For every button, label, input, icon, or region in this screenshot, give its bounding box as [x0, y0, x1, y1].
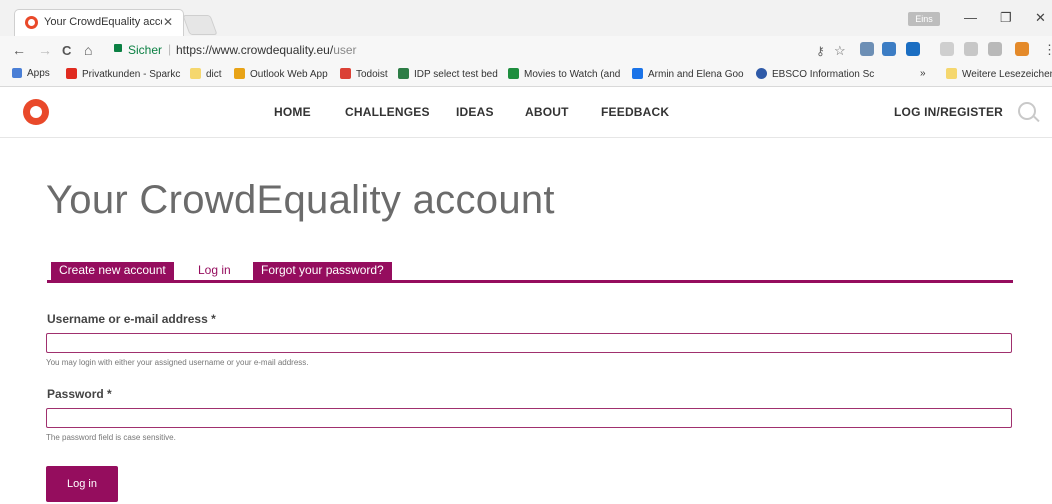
- folder-icon: [946, 68, 957, 79]
- crowdequality-logo[interactable]: [23, 99, 49, 125]
- bookmark-label: Movies to Watch (and: [524, 69, 621, 80]
- docs-icon: [632, 68, 643, 79]
- account-tabs: Create new account Log in Forgot your pa…: [47, 262, 1013, 283]
- browser-tab[interactable]: Your CrowdEquality acco ✕: [14, 9, 184, 36]
- profile-badge[interactable]: Eins: [908, 12, 940, 26]
- folder-icon: [190, 68, 201, 79]
- idp-icon: [398, 68, 409, 79]
- url-path: user: [333, 43, 357, 57]
- reload-icon[interactable]: C: [62, 43, 71, 58]
- extension-icon[interactable]: [988, 42, 1002, 56]
- minimize-icon[interactable]: —: [964, 10, 977, 25]
- tab-close-icon[interactable]: ✕: [163, 15, 173, 29]
- sheets-icon: [508, 68, 519, 79]
- password-field[interactable]: [46, 408, 1012, 428]
- extension-icon[interactable]: [906, 42, 920, 56]
- home-icon[interactable]: ⌂: [84, 42, 92, 58]
- ebsco-icon: [756, 68, 767, 79]
- login-register-link[interactable]: LOG IN/REGISTER: [894, 105, 1003, 119]
- bookmark-label: Outlook Web App: [250, 69, 328, 80]
- security-label: Sicher: [128, 43, 163, 57]
- bookmark-label: Privatkunden - Sparkc: [82, 69, 181, 80]
- site-header: HOME CHALLENGES IDEAS ABOUT FEEDBACK LOG…: [0, 87, 1052, 138]
- address-bar[interactable]: Sicher | https://www.crowdequality.eu/us…: [108, 40, 848, 60]
- extension-icon[interactable]: [882, 42, 896, 56]
- window-close-icon[interactable]: ✕: [1035, 10, 1046, 26]
- outlook-icon: [234, 68, 245, 79]
- bookmark-item[interactable]: Privatkunden - Sparkc: [66, 68, 180, 80]
- bookmark-item[interactable]: Outlook Web App: [234, 68, 328, 80]
- page-title: Your CrowdEquality account: [46, 178, 555, 222]
- browser-tab-strip: Your CrowdEquality acco ✕ Eins — ❐ ✕: [0, 0, 1052, 37]
- nav-challenges[interactable]: CHALLENGES: [345, 105, 430, 119]
- nav-about[interactable]: ABOUT: [525, 105, 569, 119]
- bookmark-label: Armin and Elena Goo: [648, 69, 744, 80]
- search-icon[interactable]: [1018, 102, 1036, 120]
- extension-icon[interactable]: [860, 42, 874, 56]
- bookmark-apps[interactable]: Apps: [12, 68, 50, 79]
- bookmark-label: EBSCO Information Sc: [772, 69, 875, 80]
- new-tab-button[interactable]: [182, 15, 218, 35]
- extension-icon[interactable]: [964, 42, 978, 56]
- bookmark-item[interactable]: dict: [190, 68, 222, 80]
- bookmark-item[interactable]: Movies to Watch (and: [508, 68, 620, 80]
- lock-icon: [114, 44, 122, 52]
- password-label: Password *: [47, 387, 112, 401]
- login-submit-button[interactable]: Log in: [46, 466, 118, 502]
- nav-ideas[interactable]: IDEAS: [456, 105, 494, 119]
- back-icon[interactable]: ←: [12, 42, 26, 58]
- bookmark-item[interactable]: EBSCO Information Sc: [756, 68, 874, 80]
- extension-icon[interactable]: [1015, 42, 1029, 56]
- bookmark-label: dict: [206, 69, 222, 80]
- key-icon[interactable]: ⚷: [816, 44, 825, 58]
- address-separator: |: [168, 42, 172, 56]
- url-text: https://www.crowdequality.eu/user: [176, 43, 357, 57]
- url-host: https://www.crowdequality.eu/: [176, 43, 334, 57]
- bookmark-label: Weitere Lesezeichen: [962, 69, 1052, 80]
- todoist-icon: [340, 68, 351, 79]
- tab-forgot-password[interactable]: Forgot your password?: [253, 262, 392, 280]
- forward-icon[interactable]: →: [38, 42, 52, 58]
- crowdequality-favicon-icon: [25, 16, 38, 29]
- extension-icon[interactable]: [940, 42, 954, 56]
- nav-home[interactable]: HOME: [274, 105, 311, 119]
- username-field[interactable]: [46, 333, 1012, 353]
- restore-icon[interactable]: ❐: [1000, 10, 1012, 26]
- bookmark-item[interactable]: IDP select test bed: [398, 68, 498, 80]
- menu-icon[interactable]: ⋮: [1043, 42, 1052, 58]
- username-label: Username or e-mail address *: [47, 312, 216, 326]
- nav-feedback[interactable]: FEEDBACK: [601, 105, 669, 119]
- username-hint: You may login with either your assigned …: [46, 358, 309, 367]
- bookmark-label: Apps: [27, 68, 50, 79]
- bookmark-item[interactable]: Todoist: [340, 68, 388, 80]
- bookmark-label: IDP select test bed: [414, 69, 498, 80]
- bookmarks-overflow-icon[interactable]: »: [920, 68, 926, 79]
- sparkasse-icon: [66, 68, 77, 79]
- tab-log-in[interactable]: Log in: [190, 262, 239, 280]
- apps-grid-icon: [12, 68, 22, 78]
- bookmark-other[interactable]: Weitere Lesezeichen: [946, 68, 1052, 80]
- browser-tab-title: Your CrowdEquality acco: [44, 16, 162, 28]
- tab-create-account[interactable]: Create new account: [51, 262, 174, 280]
- bookmarks-bar: Apps Privatkunden - Sparkc dict Outlook …: [0, 64, 1052, 87]
- star-icon[interactable]: ☆: [834, 43, 846, 59]
- bookmark-item[interactable]: Armin and Elena Goo: [632, 68, 744, 80]
- password-hint: The password field is case sensitive.: [46, 433, 176, 442]
- bookmark-label: Todoist: [356, 69, 388, 80]
